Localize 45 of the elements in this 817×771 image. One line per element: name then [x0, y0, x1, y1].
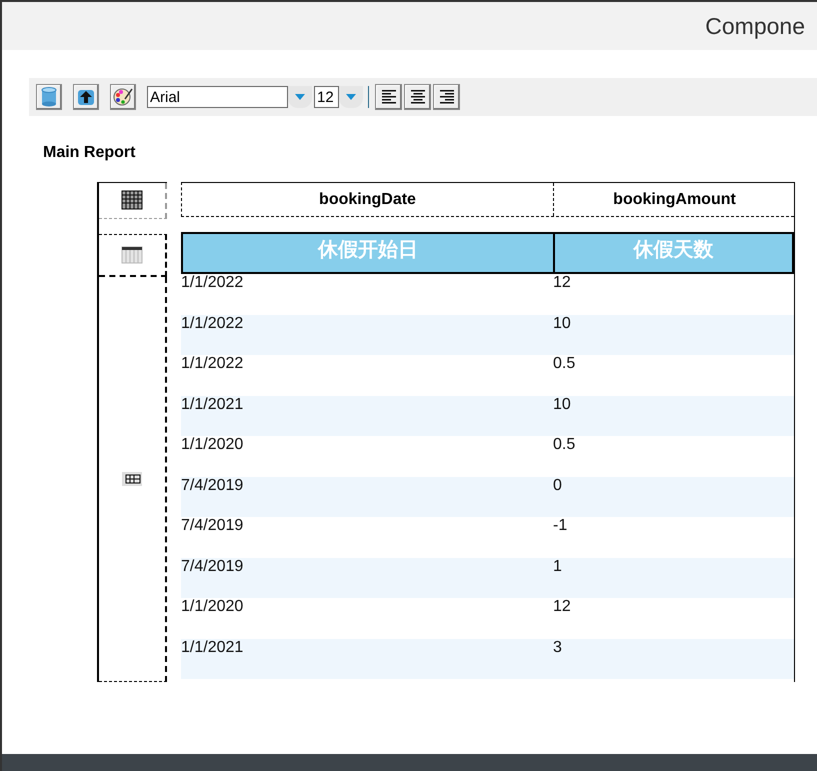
upload-button[interactable]: [73, 84, 99, 110]
table-cell: 1/1/2021: [181, 396, 244, 412]
column-header: bookingAmount: [612, 190, 737, 210]
align-right-icon: [438, 89, 454, 105]
report-title: Main Report: [43, 144, 136, 162]
upload-icon: [77, 87, 95, 107]
table-cell: 10: [553, 314, 571, 332]
table-cell: 1/1/2020: [181, 598, 244, 615]
column-header: bookingDate: [182, 183, 554, 216]
table-cell: 1/1/2022: [181, 274, 244, 291]
align-left-button[interactable]: [375, 84, 402, 110]
table-cell: 0: [553, 476, 562, 494]
window-title: Compone: [705, 12, 805, 40]
size-dropdown[interactable]: 12: [314, 86, 363, 108]
caret-icon: [295, 94, 305, 100]
align-center-button[interactable]: [404, 84, 431, 110]
table-cell: 7/4/2019: [181, 558, 244, 574]
table-cell: 3: [553, 638, 562, 656]
palette-icon: [113, 87, 133, 107]
table-cell: 12: [553, 598, 571, 615]
database-button[interactable]: [36, 84, 62, 110]
column-header: 休假天数: [632, 238, 714, 262]
table-icon: [120, 244, 144, 265]
table-cell: 7/4/2019: [181, 517, 244, 534]
table-cell: 1/1/2022: [181, 314, 244, 332]
database-icon: [41, 87, 57, 107]
table-cell: 12: [553, 274, 571, 291]
table-cell: 1/1/2021: [181, 638, 244, 656]
table-cell: 7/4/2019: [181, 476, 244, 494]
table-cell: 0.5: [553, 436, 576, 453]
table-icon: [120, 470, 144, 487]
column-header: 休假开始日: [183, 234, 555, 272]
table-cell: -1: [553, 517, 568, 534]
table-icon: [120, 189, 144, 212]
table-cell: 1: [553, 558, 562, 574]
align-left-icon: [380, 89, 396, 105]
size-field[interactable]: 12: [314, 86, 339, 108]
palette-button[interactable]: [110, 84, 136, 110]
caret-icon: [346, 94, 356, 100]
table-cell: 10: [553, 396, 571, 412]
table-cell: 1/1/2020: [181, 436, 244, 453]
table-cell: 1/1/2022: [181, 355, 244, 372]
align-center-icon: [410, 89, 426, 105]
align-right-button[interactable]: [433, 84, 460, 110]
table-cell: 0.5: [553, 355, 576, 372]
